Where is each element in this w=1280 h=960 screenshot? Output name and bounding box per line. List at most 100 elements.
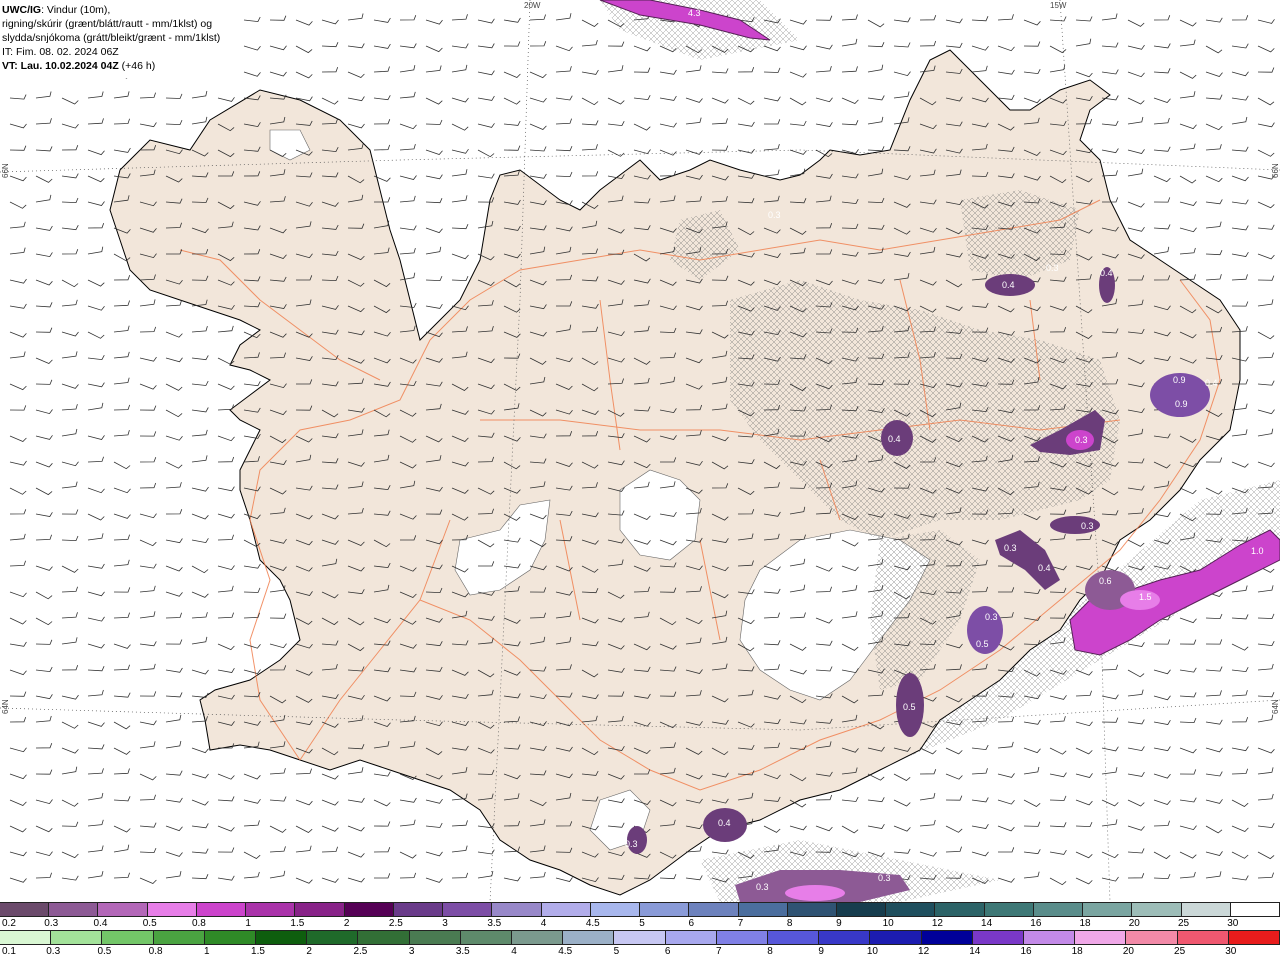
snow-scale-swatch [49, 903, 99, 916]
rain-scale-label: 0.5 [97, 946, 112, 957]
precip-label: 0.5 [903, 702, 916, 712]
precip-label: 0.3 [985, 612, 998, 622]
snow-scale-swatch [935, 903, 985, 916]
rain-scale-label: 12 [918, 946, 930, 957]
snow-scale-swatch [590, 903, 641, 916]
rain-scale-label: 4.5 [558, 946, 573, 957]
snow-scale-label: 25 [1177, 918, 1190, 929]
snow-scale-label: 30 [1227, 918, 1239, 929]
rain-scale-swatch [768, 931, 820, 944]
rain-scale-swatch [307, 931, 359, 944]
rain-scale-label: 5 [613, 946, 620, 957]
precip-label: 0.4 [1205, 378, 1218, 388]
rain-scale-label: 10 [866, 946, 878, 957]
product-title: UWC/IG: Vindur (10m), [2, 4, 111, 16]
snow-scale-label: 5 [639, 918, 645, 929]
snow-scale-swatch [492, 903, 542, 916]
snow-scale-swatch [886, 903, 936, 916]
rain-scale-label: 25 [1174, 946, 1186, 957]
snow-scale-label: 4.5 [585, 918, 600, 929]
snow-scale-swatch [541, 903, 591, 916]
rain-scale-swatch [1228, 931, 1280, 944]
lat-label-64n-right: 64N [1271, 699, 1280, 714]
rain-scale-swatch [204, 931, 257, 944]
precip-label: 0.4 [888, 434, 901, 444]
snow-scale-label: 9 [836, 918, 842, 929]
rain-scale-swatch [1126, 931, 1178, 944]
snow-scale-label: 4 [540, 918, 547, 929]
snow-scale-swatch [246, 903, 296, 916]
valid-time: VT: Lau. 10.02.2024 04Z (+46 h) [2, 60, 156, 72]
rain-scale-swatch [256, 931, 308, 944]
precip-label: 0.4 [1002, 280, 1015, 290]
rain-scale-swatch [563, 931, 615, 944]
precip-label: 0.3 [625, 839, 638, 849]
rain-scale-label: 0.8 [148, 946, 163, 957]
snow-scale-label: 14 [981, 918, 993, 929]
rain-scale-label: 1.5 [251, 946, 265, 957]
rain-scale-swatch [0, 931, 52, 944]
precip-label: 0.3 [1075, 435, 1088, 445]
precip-label: 0.3 [1046, 263, 1059, 273]
snow-scale-label: 8 [786, 918, 793, 929]
snow-scale-label: 7 [737, 918, 744, 929]
snow-scale-swatch [1230, 903, 1280, 916]
rain-scale-label: 18 [1071, 946, 1083, 957]
snow-scale-swatch [1132, 903, 1182, 916]
rain-scale-label: 30 [1225, 946, 1237, 957]
rain-scale-swatch [665, 931, 717, 944]
rain-scale-swatch [972, 931, 1025, 944]
rain-description: rigning/skúrir (grænt/blátt/rautt - mm/1… [2, 18, 213, 30]
init-time: IT: Fim. 08. 02. 2024 06Z [2, 46, 119, 58]
rain-scale-label: 16 [1020, 946, 1032, 957]
precip-label: 0.3 [768, 210, 781, 220]
rain-scale-swatch [921, 931, 973, 944]
rain-scale-label: 0.1 [2, 946, 16, 957]
snow-description: slydda/snjókoma (grátt/bleikt/grænt - mm… [2, 32, 221, 44]
snow-scale-swatch [787, 903, 837, 916]
precip-label: 0.4 [1100, 268, 1113, 278]
snow-scale-swatch [836, 903, 887, 916]
rain-scale-label: 7 [716, 946, 722, 957]
snow-scale-label: 0.5 [142, 918, 157, 929]
lon-label-20w: 20W [524, 1, 541, 10]
rain-scale-swatch [358, 931, 410, 944]
rain-scale-swatch [512, 931, 564, 944]
precip-label: 1.5 [1139, 592, 1152, 602]
snow-scale-label: 3.5 [487, 918, 502, 929]
snow-scale-label: 6 [688, 918, 694, 929]
snow-scale-swatch [443, 903, 493, 916]
rain-scale-swatch [51, 931, 103, 944]
precip-label: 0.4 [718, 818, 731, 828]
snow-scale-swatch [689, 903, 739, 916]
precip-label: 0.9 [1175, 399, 1188, 409]
rain-scale-label: 6 [664, 946, 671, 957]
precip-label: 4.3 [688, 8, 701, 18]
map-info-box: UWC/IG: Vindur (10m), rigning/skúrir (gr… [0, 0, 240, 78]
precip-label: 0.4 [1038, 563, 1051, 573]
precip-label: 0.3 [756, 882, 769, 892]
lon-label-15w: 15W [1050, 1, 1067, 10]
snow-scale-label: 0.2 [2, 918, 16, 929]
snow-scale-label: 2.5 [388, 918, 403, 929]
snow-scale-swatch [1181, 903, 1231, 916]
rain-scale-label: 2.5 [353, 946, 368, 957]
precip-label: 1.0 [1251, 546, 1264, 556]
snow-scale-label: 1 [245, 918, 251, 929]
rain-scale-swatch [102, 931, 154, 944]
precip-label: 0.3 [1081, 521, 1094, 531]
rain-scale-label: 4 [511, 946, 517, 957]
precip-label: 0.9 [1173, 375, 1186, 385]
rain-scale-label: 3 [408, 946, 415, 957]
rain-scale-label: 14 [969, 946, 981, 957]
snow-scale-label: 0.8 [191, 918, 206, 929]
precip-label: 0.5 [976, 639, 989, 649]
snow-scale-swatch [98, 903, 148, 916]
rain-scale-label: 9 [818, 946, 824, 957]
snow-scale-swatch [147, 903, 197, 916]
snow-color-scale: 0.2 0.3 0.4 0.5 0.8 1 1.5 2 2.5 3 3.5 4 4.5 5 6 7 8 9 10 12… [0, 902, 1280, 932]
rain-scale-swatch [716, 931, 769, 944]
rain-scale-swatch [614, 931, 666, 944]
snow-scale-swatch [1033, 903, 1084, 916]
rain-scale-swatch [1024, 931, 1076, 944]
